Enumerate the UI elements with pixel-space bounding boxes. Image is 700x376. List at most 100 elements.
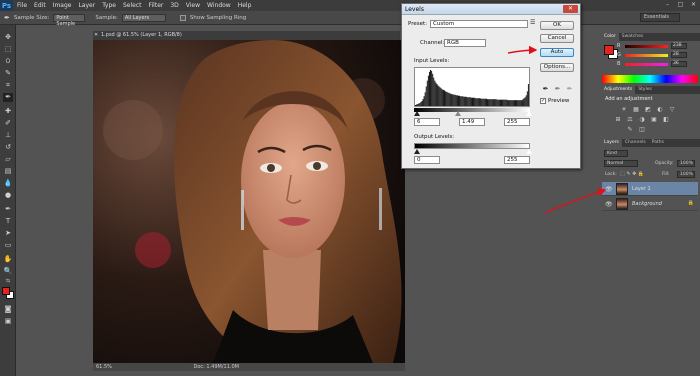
pen-tool-icon[interactable]: ✒ (3, 205, 13, 214)
opacity-field[interactable]: 100% (677, 160, 695, 167)
lock-icons[interactable]: ⬚ ✎ ✥ 🔒 (620, 171, 644, 177)
gradient-map-adjust-icon[interactable]: ◫ (638, 126, 646, 133)
foreground-color-swatch[interactable] (2, 287, 10, 295)
output-white-slider[interactable] (526, 149, 532, 154)
close-icon[interactable]: ✕ (94, 31, 98, 40)
preview-checkbox[interactable]: ✓ (540, 98, 546, 104)
cancel-button[interactable]: Cancel (540, 34, 574, 43)
zoom-tool-icon[interactable]: 🔍 (3, 267, 13, 276)
layer-row-background[interactable]: 👁 Background 🔒 (602, 197, 698, 211)
menu-file[interactable]: File (17, 2, 27, 9)
auto-button[interactable]: Auto (540, 48, 574, 57)
red-slider[interactable] (625, 45, 668, 48)
preset-options-icon[interactable]: ☰ (530, 19, 535, 26)
eyedropper-tool-icon[interactable]: ✒ (4, 14, 10, 22)
crop-tool-icon[interactable]: ⌗ (3, 81, 13, 90)
preset-select[interactable]: Custom (430, 20, 528, 28)
fill-field[interactable]: 100% (677, 171, 695, 178)
output-white-field[interactable]: 255 (504, 156, 530, 164)
black-white-adjust-icon[interactable]: ◑ (638, 116, 646, 123)
blur-tool-icon[interactable]: 💧 (3, 179, 13, 188)
ok-button[interactable]: OK (540, 21, 574, 30)
doc-info[interactable]: Doc: 1.49M/11.0M (193, 364, 239, 370)
output-black-slider[interactable] (414, 149, 420, 154)
menu-select[interactable]: Select (123, 2, 142, 9)
show-ring-checkbox[interactable] (179, 14, 186, 21)
hand-tool-icon[interactable]: ✋ (3, 255, 13, 264)
red-value[interactable]: 238 (671, 43, 687, 49)
sample-select[interactable]: All Layers (121, 13, 166, 22)
eye-icon[interactable]: 👁 (605, 186, 613, 193)
lasso-tool-icon[interactable]: ଠ (3, 57, 13, 66)
workspace-select[interactable]: Essentials (640, 13, 680, 22)
path-select-icon[interactable]: ➤ (3, 229, 13, 238)
blend-mode-select[interactable]: Normal (604, 160, 638, 167)
gradient-tool-icon[interactable]: ▤ (3, 167, 13, 176)
eraser-tool-icon[interactable]: ▱ (3, 155, 13, 164)
channel-select[interactable]: RGB (444, 39, 486, 47)
tab-paths[interactable]: Paths (649, 139, 667, 147)
menu-window[interactable]: Window (207, 2, 231, 9)
type-tool-icon[interactable]: T (3, 217, 13, 226)
minimize-icon[interactable]: – (663, 1, 672, 9)
green-slider[interactable] (625, 54, 668, 57)
maximize-icon[interactable]: □ (676, 1, 685, 9)
input-black-field[interactable]: 6 (414, 118, 440, 126)
screen-mode-icon[interactable]: ▣ (3, 317, 13, 326)
white-point-eyedropper-icon[interactable]: ✒ (565, 85, 574, 93)
menu-type[interactable]: Type (102, 2, 116, 9)
tab-adjustments[interactable]: Adjustments (601, 86, 636, 94)
document-tab[interactable]: ✕ 1.psd @ 61.5% (Layer 1, RGB/8) (93, 31, 400, 40)
tab-channels[interactable]: Channels (622, 139, 649, 147)
black-point-eyedropper-icon[interactable]: ✒ (541, 85, 550, 93)
input-gamma-slider[interactable] (455, 111, 461, 116)
invert-adjust-icon[interactable]: ✎ (626, 126, 634, 133)
exposure-adjust-icon[interactable]: ◐ (656, 106, 664, 113)
green-value[interactable]: 28 (671, 52, 687, 58)
hue-sat-adjust-icon[interactable]: ⊞ (614, 116, 622, 123)
move-tool-icon[interactable]: ✥ (3, 33, 13, 42)
swap-colors-icon[interactable]: ⇆ (3, 277, 13, 286)
input-black-slider[interactable] (414, 111, 420, 116)
options-button[interactable]: Options... (540, 63, 574, 72)
shape-tool-icon[interactable]: ▭ (3, 241, 13, 250)
input-gamma-field[interactable]: 1.49 (459, 118, 485, 126)
tab-color[interactable]: Color (601, 33, 619, 41)
menu-3d[interactable]: 3D (170, 2, 178, 9)
curves-adjust-icon[interactable]: ◩ (644, 106, 652, 113)
clone-stamp-icon[interactable]: ⊥ (3, 131, 13, 140)
vibrance-adjust-icon[interactable]: ▽ (668, 106, 676, 113)
menu-image[interactable]: Image (53, 2, 72, 9)
input-white-slider[interactable] (526, 111, 532, 116)
tab-layers[interactable]: Layers (601, 139, 622, 147)
layer-name[interactable]: Layer 1 (632, 186, 651, 192)
color-balance-adjust-icon[interactable]: ⚖ (626, 116, 634, 123)
output-black-field[interactable]: 0 (414, 156, 440, 164)
brightness-adjust-icon[interactable]: ☀ (620, 106, 628, 113)
history-brush-icon[interactable]: ↺ (3, 143, 13, 152)
levels-adjust-icon[interactable]: ▦ (632, 106, 640, 113)
layer-name[interactable]: Background (632, 201, 662, 207)
eyedropper-icon[interactable]: ✒ (3, 93, 13, 102)
close-icon[interactable]: ✕ (689, 1, 698, 9)
marquee-tool-icon[interactable]: ⬚ (3, 45, 13, 54)
sample-size-select[interactable]: Point Sample (53, 13, 86, 27)
eye-icon[interactable]: 👁 (605, 201, 613, 208)
zoom-level[interactable]: 61.5% (96, 364, 112, 370)
levels-titlebar[interactable]: Levels (402, 4, 580, 15)
layer-row-layer-1[interactable]: 👁 Layer 1 (602, 182, 698, 196)
document-canvas[interactable] (93, 40, 405, 363)
gray-point-eyedropper-icon[interactable]: ✒ (553, 85, 562, 93)
color-spectrum[interactable] (602, 75, 698, 83)
quick-select-tool-icon[interactable]: ✎ (3, 69, 13, 78)
menu-edit[interactable]: Edit (34, 2, 46, 9)
close-icon[interactable]: ✕ (563, 5, 578, 13)
menu-layer[interactable]: Layer (78, 2, 95, 9)
tab-swatches[interactable]: Swatches (619, 33, 647, 41)
quick-mask-icon[interactable]: ◙ (3, 305, 13, 314)
blue-value[interactable]: 36 (671, 61, 687, 67)
brush-tool-icon[interactable]: ✐ (3, 119, 13, 128)
menu-view[interactable]: View (186, 2, 200, 9)
layer-kind-filter[interactable]: Kind (604, 150, 628, 157)
blue-slider[interactable] (625, 63, 668, 66)
